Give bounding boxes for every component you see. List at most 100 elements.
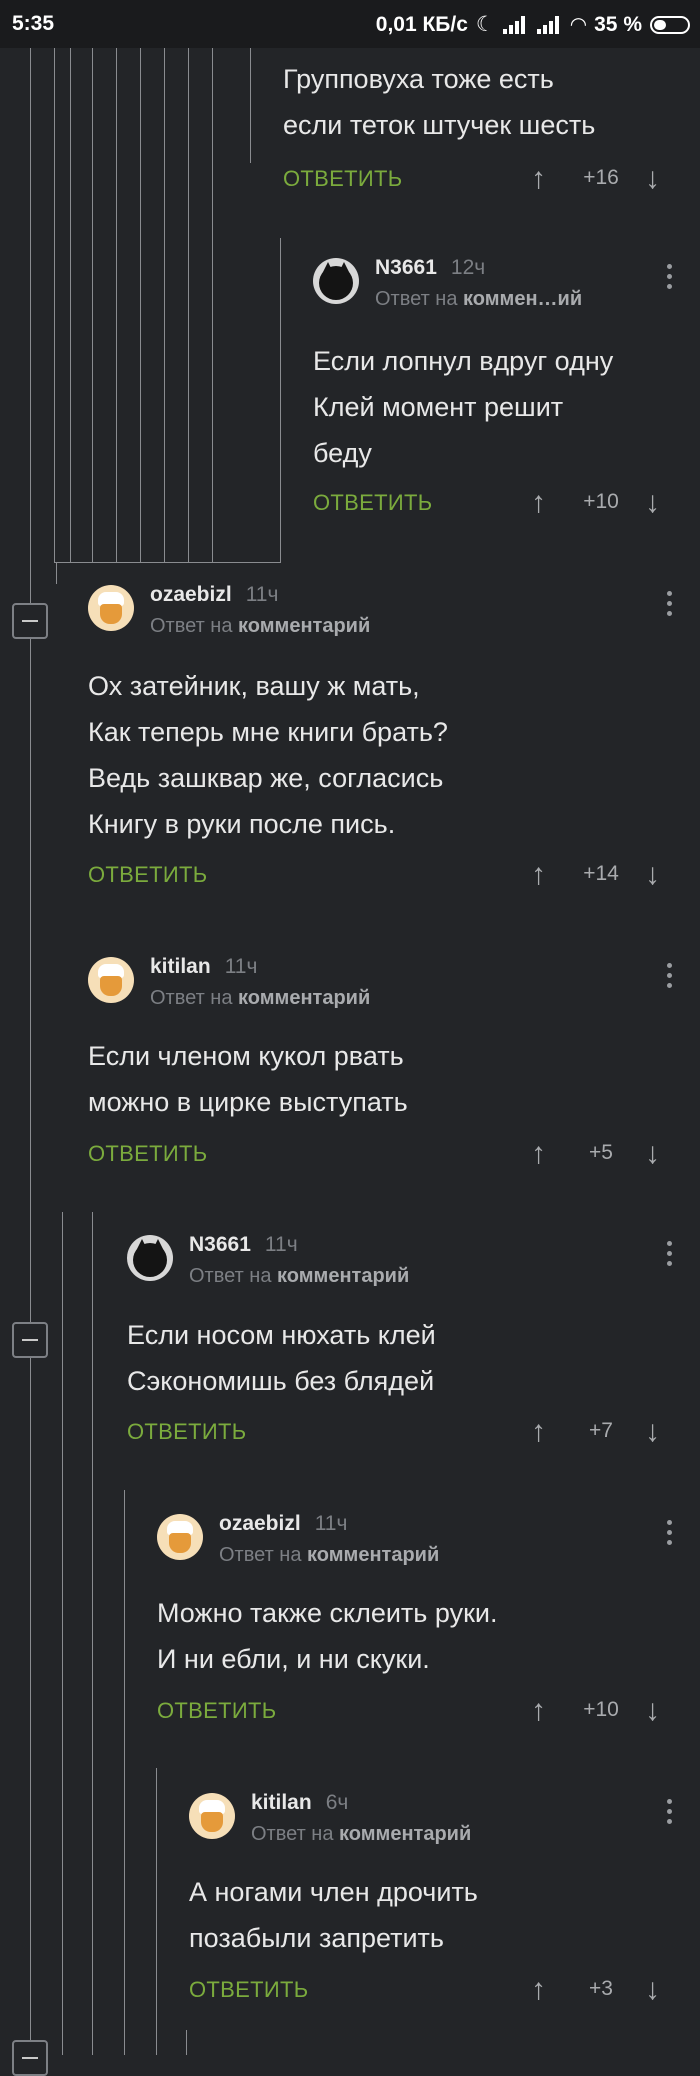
avatar[interactable] [88,957,134,1003]
more-options-icon[interactable] [667,264,673,294]
comment-text: Групповуха тоже есть если теток штучек ш… [283,56,595,148]
comment-time: 11ч [224,955,258,978]
rating: +16 [583,166,619,189]
reply-button[interactable]: ОТВЕТИТЬ [157,1698,276,1724]
comment: ozaebizl 11ч Ответ на комментарий Можно т… [157,1512,673,1734]
comment-line: Можно также склеить руки. [157,1598,498,1628]
downvote-arrow-icon[interactable]: ↓ [645,1137,660,1171]
reply-button[interactable]: ОТВЕТИТЬ [88,1141,207,1167]
comment-line: Как теперь мне книги брать? [88,717,448,747]
reply-button[interactable]: ОТВЕТИТЬ [127,1419,246,1445]
avatar[interactable] [157,1514,203,1560]
avatar[interactable] [189,1793,235,1839]
comment-line: А ногами член дрочить [189,1877,478,1907]
upvote-arrow-icon[interactable]: ↑ [531,1973,546,2007]
comment: N3661 12ч Ответ на коммен…ий Если лопнул … [313,256,673,538]
comment: kitilan 11ч Ответ на комментарий Если чле… [88,955,673,1177]
comment-line: беду [313,438,372,468]
username[interactable]: ozaebizl 11ч [219,1512,347,1536]
reply-button[interactable]: ОТВЕТИТЬ [283,166,402,192]
upvote-arrow-icon[interactable]: ↑ [531,162,546,196]
reply-target-link[interactable]: комментарий [238,615,370,637]
comment: Групповуха тоже есть если теток штучек ш… [283,48,673,208]
avatar[interactable] [313,258,359,304]
rating: +7 [589,1419,613,1442]
more-options-icon[interactable] [667,1520,673,1550]
more-options-icon[interactable] [667,591,673,621]
comment-time: 11ч [314,1512,348,1535]
signal-icon [502,15,529,34]
reply-to: Ответ на комментарий [150,987,371,1009]
comment-line: можно в цирке выступать [88,1087,408,1117]
avatar[interactable] [88,585,134,631]
more-options-icon[interactable] [667,963,673,993]
upvote-arrow-icon[interactable]: ↑ [531,858,546,892]
reply-button[interactable]: ОТВЕТИТЬ [189,1977,308,2003]
reply-target-link[interactable]: комментарий [307,1544,439,1566]
reply-to: Ответ на комментарий [219,1544,440,1566]
more-options-icon[interactable] [667,1241,673,1271]
upvote-arrow-icon[interactable]: ↑ [531,1137,546,1171]
comment-line: Если лопнул вдруг одну [313,346,614,376]
username[interactable]: kitilan 11ч [150,955,257,979]
comment-time: 11ч [245,583,279,606]
comment-text: Ох затейник, вашу ж мать, Как теперь мне… [88,663,448,847]
comment-line: Ох затейник, вашу ж мать, [88,671,420,701]
reply-target-link[interactable]: коммен…ий [463,288,582,310]
comment-line: И ни ебли, и ни скуки. [157,1644,430,1674]
reply-button[interactable]: ОТВЕТИТЬ [313,490,432,516]
comment-text: Если членом кукол рвать можно в цирке вы… [88,1033,408,1125]
status-bar: 5:35 0,01 КБ/с ☾ ◠ 35 % [0,0,700,48]
downvote-arrow-icon[interactable]: ↓ [645,858,660,892]
collapse-thread-button[interactable] [12,603,48,639]
reply-to: Ответ на комментарий [251,1823,472,1845]
reply-target-link[interactable]: комментарий [339,1823,471,1845]
comment-time: 12ч [450,256,486,279]
downvote-arrow-icon[interactable]: ↓ [645,162,660,196]
rating: +14 [583,862,619,885]
comment-text: А ногами член дрочить позабыли запретить [189,1869,478,1961]
comment-time: 6ч [325,1791,349,1814]
rating: +10 [583,1698,619,1721]
comment-text: Можно также склеить руки. И ни ебли, и н… [157,1590,497,1682]
rating: +5 [589,1141,613,1164]
comment-line: Если носом нюхать клей [127,1320,436,1350]
reply-target-link[interactable]: комментарий [277,1265,409,1287]
wifi-icon: ◠ [570,14,587,36]
comment-line: Книгу в руки после пись. [88,809,396,839]
status-time: 5:35 [12,12,55,35]
upvote-arrow-icon[interactable]: ↑ [531,486,546,520]
reply-to: Ответ на комментарий [150,615,371,637]
battery-level: 35 % [594,12,642,36]
comment: N3661 11ч Ответ на комментарий Если носом… [127,1233,673,1455]
comment-line: если теток штучек шесть [283,110,596,140]
reply-target-link[interactable]: комментарий [238,987,370,1009]
comment: kitilan 6ч Ответ на комментарий А ногами … [189,1791,673,2013]
comment-line: Групповуха тоже есть [283,64,554,94]
collapse-thread-button-3[interactable] [12,2040,48,2076]
username[interactable]: kitilan 6ч [251,1791,348,1815]
downvote-arrow-icon[interactable]: ↓ [645,1694,660,1728]
username[interactable]: N3661 12ч [375,256,485,280]
reply-to: Ответ на коммен…ий [375,288,583,310]
username[interactable]: N3661 11ч [189,1233,298,1257]
avatar[interactable] [127,1235,173,1281]
collapse-thread-button-2[interactable] [12,1322,48,1358]
upvote-arrow-icon[interactable]: ↑ [531,1694,546,1728]
reply-button[interactable]: ОТВЕТИТЬ [88,862,207,888]
comment-text: Если лопнул вдруг одну Клей момент решит… [313,338,613,476]
upvote-arrow-icon[interactable]: ↑ [531,1415,546,1449]
comment-line: Если членом кукол рвать [88,1041,404,1071]
downvote-arrow-icon[interactable]: ↓ [645,1973,660,2007]
downvote-arrow-icon[interactable]: ↓ [645,486,660,520]
more-options-icon[interactable] [667,1799,673,1829]
rating: +3 [589,1977,613,2000]
comment: ozaebizl 11ч Ответ на комментарий Ох зате… [88,583,673,895]
comment-line: Сэкономишь без блядей [127,1366,435,1396]
downvote-arrow-icon[interactable]: ↓ [645,1415,660,1449]
username[interactable]: ozaebizl 11ч [150,583,278,607]
moon-icon: ☾ [475,13,495,36]
comment-line: позабыли запретить [189,1923,444,1953]
comment-time: 11ч [264,1233,298,1256]
battery-icon [650,15,690,34]
